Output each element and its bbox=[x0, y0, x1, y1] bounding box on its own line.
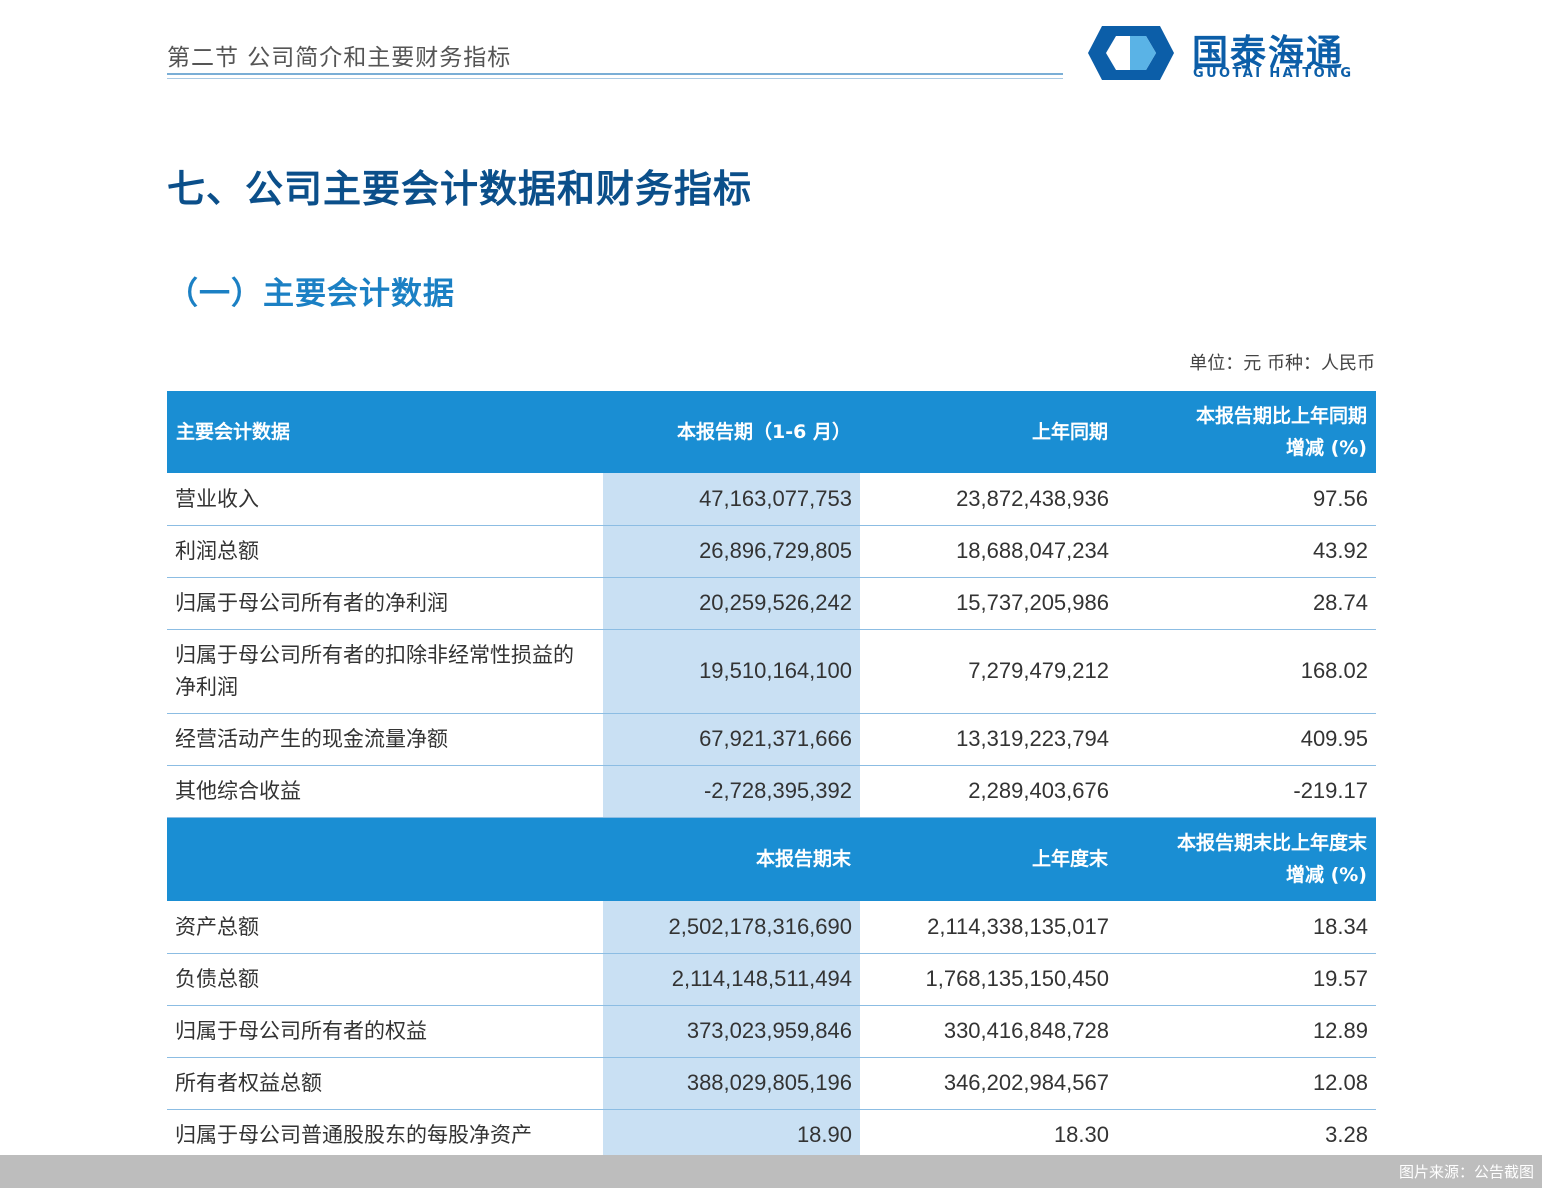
column-header-change-line1: 本报告期比上年同期 bbox=[1195, 405, 1367, 427]
current-value: 2,114,148,511,494 bbox=[603, 953, 860, 1006]
prior-value: 18,688,047,234 bbox=[860, 525, 1117, 578]
change-value: 3.28 bbox=[1117, 1109, 1376, 1163]
header-rule-thin bbox=[167, 78, 1063, 79]
current-value: 20,259,526,242 bbox=[603, 577, 860, 630]
row-label: 利润总额 bbox=[167, 525, 603, 578]
image-source-caption: 图片来源：公告截图 bbox=[1398, 1163, 1534, 1181]
row-label: 归属于母公司普通股股东的每股净资产 bbox=[167, 1109, 603, 1163]
column-header-change-line1: 本报告期末比上年度末 bbox=[1176, 832, 1367, 855]
table-header-row: 本报告期末 上年度末 本报告期末比上年度末 增减 (%) bbox=[167, 817, 1376, 901]
change-value: 409.95 bbox=[1117, 713, 1376, 766]
current-value: 26,896,729,805 bbox=[603, 525, 860, 578]
change-value: 18.34 bbox=[1117, 901, 1376, 954]
page-title: 七、公司主要会计数据和财务指标 bbox=[167, 167, 753, 211]
current-value: 388,029,805,196 bbox=[603, 1057, 860, 1110]
header-rule bbox=[167, 73, 1063, 75]
footer-bar: 图片来源：公告截图 bbox=[0, 1155, 1542, 1188]
change-value: 43.92 bbox=[1117, 525, 1376, 578]
prior-value: 23,872,438,936 bbox=[860, 473, 1117, 526]
accounting-data-table: 主要会计数据 本报告期（1-6 月） 上年同期 本报告期比上年同期 增减 (%)… bbox=[167, 391, 1376, 1163]
current-value: 373,023,959,846 bbox=[603, 1005, 860, 1058]
change-value: 97.56 bbox=[1117, 473, 1376, 526]
change-value: 28.74 bbox=[1117, 577, 1376, 630]
table-row: 其他综合收益 -2,728,395,392 2,289,403,676 -219… bbox=[167, 765, 1376, 818]
change-value: 12.89 bbox=[1117, 1005, 1376, 1058]
current-value: 18.90 bbox=[603, 1109, 860, 1163]
prior-value: 2,289,403,676 bbox=[860, 765, 1117, 818]
section-label: 第二节 公司简介和主要财务指标 bbox=[167, 45, 512, 71]
column-header-current: 本报告期（1-6 月） bbox=[603, 391, 860, 473]
column-header-change: 本报告期末比上年度末 增减 (%) bbox=[1117, 817, 1376, 901]
current-value: 47,163,077,753 bbox=[603, 473, 860, 526]
row-label: 营业收入 bbox=[167, 473, 603, 526]
company-logo: 国泰海通 GUOTAI HAITONG bbox=[1086, 24, 1378, 82]
column-header-current: 本报告期末 bbox=[603, 817, 860, 901]
row-label-line2: 净利润 bbox=[175, 675, 238, 699]
prior-value: 1,768,135,150,450 bbox=[860, 953, 1117, 1006]
table-row: 归属于母公司所有者的扣除非经常性损益的 净利润 19,510,164,100 7… bbox=[167, 629, 1376, 714]
section-subtitle: （一）主要会计数据 bbox=[167, 276, 455, 312]
table-row: 资产总额 2,502,178,316,690 2,114,338,135,017… bbox=[167, 901, 1376, 954]
row-label: 所有者权益总额 bbox=[167, 1057, 603, 1110]
table-header-row: 主要会计数据 本报告期（1-6 月） 上年同期 本报告期比上年同期 增减 (%) bbox=[167, 391, 1376, 473]
prior-value: 15,737,205,986 bbox=[860, 577, 1117, 630]
current-value: 2,502,178,316,690 bbox=[603, 901, 860, 954]
prior-value: 330,416,848,728 bbox=[860, 1005, 1117, 1058]
column-header-change: 本报告期比上年同期 增减 (%) bbox=[1117, 391, 1376, 473]
table-row: 营业收入 47,163,077,753 23,872,438,936 97.56 bbox=[167, 473, 1376, 526]
row-label-line1: 归属于母公司所有者的扣除非经常性损益的 bbox=[175, 643, 574, 667]
column-header-change-line2: 增减 (%) bbox=[1285, 864, 1367, 887]
column-header-item bbox=[167, 817, 603, 901]
current-value: 67,921,371,666 bbox=[603, 713, 860, 766]
table-row: 归属于母公司所有者的权益 373,023,959,846 330,416,848… bbox=[167, 1005, 1376, 1058]
prior-value: 18.30 bbox=[860, 1109, 1117, 1163]
row-label: 经营活动产生的现金流量净额 bbox=[167, 713, 603, 766]
table-row: 利润总额 26,896,729,805 18,688,047,234 43.92 bbox=[167, 525, 1376, 578]
column-header-prior: 上年度末 bbox=[860, 817, 1117, 901]
change-value: -219.17 bbox=[1117, 765, 1376, 818]
logo-emblem-icon bbox=[1088, 26, 1174, 80]
row-label: 归属于母公司所有者的净利润 bbox=[167, 577, 603, 630]
table-row: 负债总额 2,114,148,511,494 1,768,135,150,450… bbox=[167, 953, 1376, 1006]
prior-value: 7,279,479,212 bbox=[860, 629, 1117, 714]
row-label: 资产总额 bbox=[167, 901, 603, 954]
table-row: 经营活动产生的现金流量净额 67,921,371,666 13,319,223,… bbox=[167, 713, 1376, 766]
prior-value: 2,114,338,135,017 bbox=[860, 901, 1117, 954]
unit-note: 单位：元 币种：人民币 bbox=[1189, 353, 1375, 374]
change-value: 12.08 bbox=[1117, 1057, 1376, 1110]
table-row: 归属于母公司普通股股东的每股净资产 18.90 18.30 3.28 bbox=[167, 1109, 1376, 1163]
prior-value: 346,202,984,567 bbox=[860, 1057, 1117, 1110]
column-header-prior: 上年同期 bbox=[860, 391, 1117, 473]
row-label: 归属于母公司所有者的扣除非经常性损益的 净利润 bbox=[167, 629, 603, 714]
row-label: 其他综合收益 bbox=[167, 765, 603, 818]
table-row: 归属于母公司所有者的净利润 20,259,526,242 15,737,205,… bbox=[167, 577, 1376, 630]
column-header-change-line2: 增减 (%) bbox=[1285, 437, 1367, 459]
change-value: 19.57 bbox=[1117, 953, 1376, 1006]
row-label: 负债总额 bbox=[167, 953, 603, 1006]
current-value: -2,728,395,392 bbox=[603, 765, 860, 818]
table-row: 所有者权益总额 388,029,805,196 346,202,984,567 … bbox=[167, 1057, 1376, 1110]
row-label: 归属于母公司所有者的权益 bbox=[167, 1005, 603, 1058]
prior-value: 13,319,223,794 bbox=[860, 713, 1117, 766]
column-header-item: 主要会计数据 bbox=[167, 391, 603, 473]
logo-text-en: GUOTAI HAITONG bbox=[1193, 66, 1354, 81]
change-value: 168.02 bbox=[1117, 629, 1376, 714]
current-value: 19,510,164,100 bbox=[603, 629, 860, 714]
